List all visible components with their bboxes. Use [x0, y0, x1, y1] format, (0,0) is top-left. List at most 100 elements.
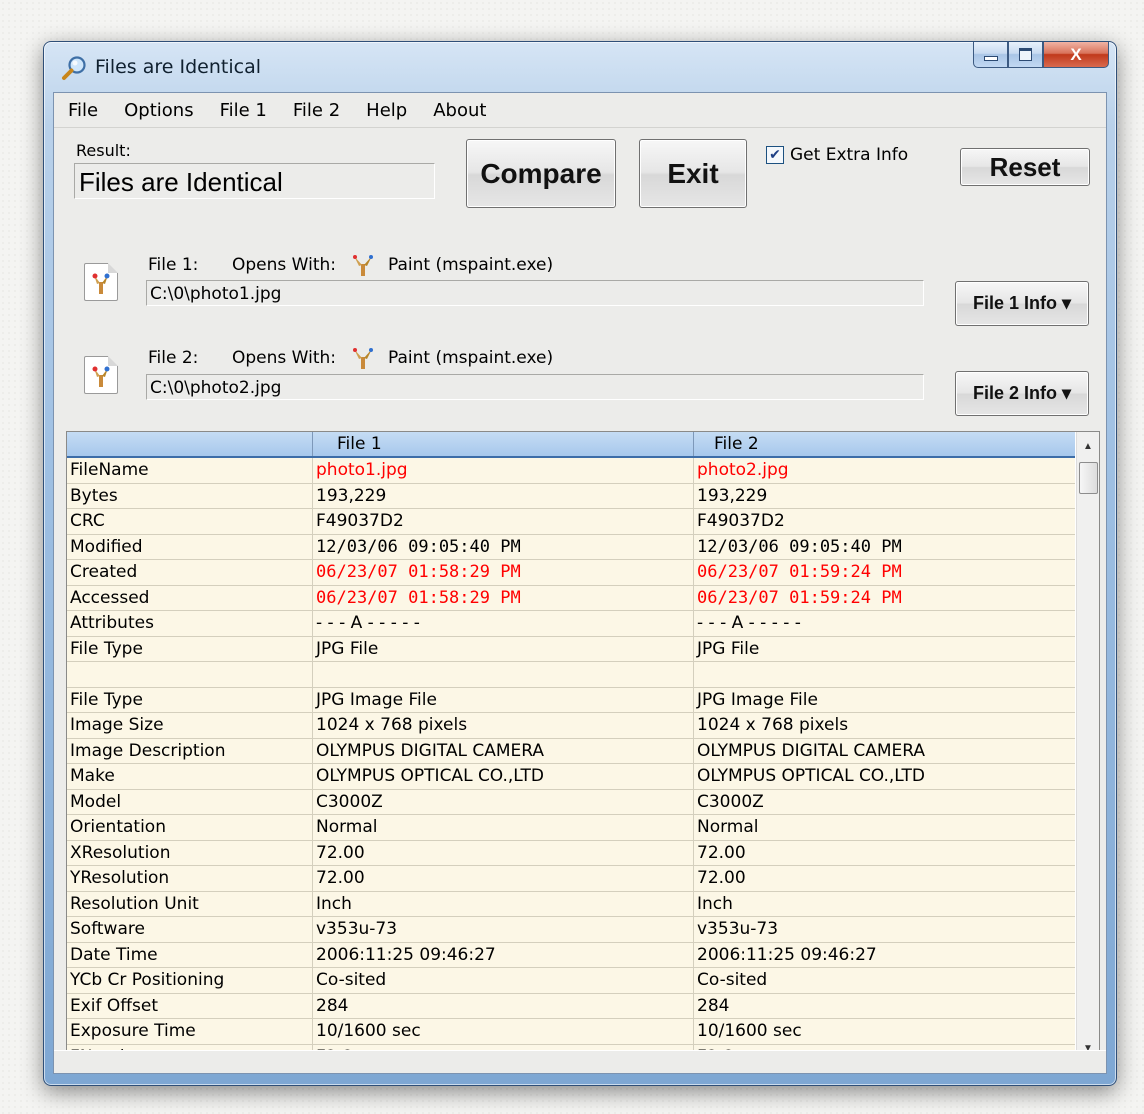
file1-value-cell: Co-sited [313, 968, 694, 993]
menu-file2[interactable]: File 2 [280, 100, 353, 121]
file1-label: File 1: [148, 255, 199, 275]
result-value: Files are Identical [74, 163, 435, 199]
file2-value-cell: JPG Image File [697, 689, 818, 710]
comparison-grid[interactable]: File 1 File 2 FileName photo1.jpg photo2.j… [66, 431, 1100, 1063]
table-row[interactable]: Resolution Unit Inch Inch [67, 891, 1075, 917]
menu-file1[interactable]: File 1 [207, 100, 280, 121]
paint-file-icon [92, 273, 110, 294]
minimize-button[interactable] [973, 42, 1008, 68]
property-name-cell: Make [67, 764, 313, 789]
property-name-cell: Image Size [67, 713, 313, 738]
file1-value-cell: 193,229 [313, 483, 694, 508]
file1-path[interactable]: C:\0\photo1.jpg [146, 280, 924, 306]
table-row[interactable]: Software v353u-73 v353u-73 [67, 917, 1075, 943]
property-name-cell: Model [67, 789, 313, 814]
file1-value-cell: 06/23/07 01:58:29 PM [313, 585, 694, 610]
property-name-cell: Orientation [67, 815, 313, 840]
caption-buttons: X [973, 42, 1109, 69]
file2-value-cell: 06/23/07 01:59:24 PM [697, 562, 902, 582]
menu-help[interactable]: Help [353, 100, 420, 121]
table-row[interactable]: Orientation Normal Normal [67, 815, 1075, 841]
window-title: Files are Identical [95, 56, 261, 78]
property-name-cell [67, 662, 313, 687]
file1-value-cell: Normal [313, 815, 694, 840]
file2-value-cell: F49037D2 [697, 511, 785, 531]
paint-file-icon [92, 366, 110, 387]
table-row[interactable]: Accessed 06/23/07 01:58:29 PM 06/23/07 01:… [67, 585, 1075, 611]
table-row[interactable]: File Type JPG File JPG File [67, 636, 1075, 662]
menu-about[interactable]: About [420, 100, 499, 121]
file2-label: File 2: [148, 348, 199, 368]
table-row[interactable]: XResolution 72.00 72.00 [67, 840, 1075, 866]
exit-button[interactable]: Exit [639, 139, 747, 208]
table-row[interactable]: FileName photo1.jpg photo2.jpg [67, 458, 1075, 484]
get-extra-info-checkbox[interactable]: ✔ Get Extra Info [766, 145, 908, 165]
menu-file[interactable]: File [54, 100, 111, 121]
property-name-cell: Date Time [67, 942, 313, 967]
file1-value-cell: C3000Z [313, 789, 694, 814]
header-file2[interactable]: File 2 [694, 432, 1075, 456]
table-row[interactable]: CRC F49037D2 F49037D2 [67, 509, 1075, 535]
table-row[interactable] [67, 662, 1075, 688]
compare-button[interactable]: Compare [466, 139, 616, 208]
file1-value-cell: 72.00 [313, 840, 694, 865]
checkmark-icon[interactable]: ✔ [766, 146, 784, 164]
file2-value-cell: 284 [697, 995, 730, 1016]
close-icon: X [1070, 44, 1082, 64]
file1-value-cell: OLYMPUS OPTICAL CO.,LTD [313, 764, 694, 789]
property-name-cell: Resolution Unit [67, 891, 313, 916]
status-bar [54, 1050, 1106, 1073]
file1-value-cell: 10/1600 sec [313, 1019, 694, 1044]
table-row[interactable]: YCb Cr Positioning Co-sited Co-sited [67, 968, 1075, 994]
grid-header: File 1 File 2 [67, 432, 1075, 458]
file2-value-cell: photo2.jpg [697, 460, 789, 480]
table-row[interactable]: Model C3000Z C3000Z [67, 789, 1075, 815]
grid-scrollbar[interactable]: ▲ ▼ [1076, 432, 1099, 1062]
property-name-cell: Exif Offset [67, 993, 313, 1018]
table-row[interactable]: Date Time 2006:11:25 09:46:27 2006:11:25 0… [67, 942, 1075, 968]
magnifier-icon [62, 56, 86, 80]
table-row[interactable]: Exposure Time 10/1600 sec 10/1600 sec [67, 1019, 1075, 1045]
menu-options[interactable]: Options [111, 100, 206, 121]
header-blank [67, 432, 313, 456]
table-row[interactable]: Created 06/23/07 01:58:29 PM 06/23/07 01:5… [67, 560, 1075, 586]
table-row[interactable]: Modified 12/03/06 09:05:40 PM 12/03/06 09:… [67, 534, 1075, 560]
table-row[interactable]: Exif Offset 284 284 [67, 993, 1075, 1019]
property-name-cell: File Type [67, 687, 313, 712]
file2-info-button[interactable]: File 2 Info ▾ [955, 371, 1089, 416]
scroll-thumb[interactable] [1079, 462, 1098, 494]
table-row[interactable]: Image Size 1024 x 768 pixels 1024 x 768 pi… [67, 713, 1075, 739]
table-row[interactable]: Attributes - - - A - - - - -- - - A - - -… [67, 611, 1075, 637]
file2-opens-with-label: Opens With: [232, 348, 336, 368]
reset-button[interactable]: Reset [960, 148, 1090, 186]
file2-value-cell: OLYMPUS OPTICAL CO.,LTD [697, 766, 925, 786]
file2-value-cell: Inch [697, 893, 733, 914]
file1-app-name: Paint (mspaint.exe) [388, 255, 554, 275]
file2-path[interactable]: C:\0\photo2.jpg [146, 374, 924, 400]
close-button[interactable]: X [1043, 42, 1109, 68]
property-name-cell: Exposure Time [67, 1019, 313, 1044]
file2-value-cell: 2006:11:25 09:46:27 [697, 944, 877, 965]
property-name-cell: FileName [67, 458, 313, 483]
file1-value-cell: 06/23/07 01:58:29 PM [313, 560, 694, 585]
table-row[interactable]: File Type JPG Image File JPG Image File [67, 687, 1075, 713]
file2-type-icon [84, 356, 118, 394]
property-name-cell: Software [67, 917, 313, 942]
paintbrush-icon [353, 255, 373, 276]
file2-value-cell: C3000Z [697, 791, 764, 812]
table-row[interactable]: Bytes 193,229 193,229 [67, 483, 1075, 509]
file1-value-cell: 72.00 [313, 866, 694, 891]
table-row[interactable]: YResolution 72.00 72.00 [67, 866, 1075, 892]
file1-value-cell: v353u-73 [313, 917, 694, 942]
table-row[interactable]: Image Description OLYMPUS DIGITAL CAMERA O… [67, 738, 1075, 764]
property-name-cell: Attributes [67, 611, 313, 636]
property-name-cell: YResolution [67, 866, 313, 891]
menu-bar: File Options File 1 File 2 Help About [54, 93, 1106, 128]
file2-app-name: Paint (mspaint.exe) [388, 348, 554, 368]
title-bar[interactable]: Files are Identical X [44, 42, 1116, 92]
file1-info-button[interactable]: File 1 Info ▾ [955, 281, 1089, 326]
table-row[interactable]: Make OLYMPUS OPTICAL CO.,LTD OLYMPUS OPTIC… [67, 764, 1075, 790]
header-file1[interactable]: File 1 [313, 432, 694, 456]
scroll-up-icon[interactable]: ▲ [1077, 434, 1099, 458]
maximize-button[interactable] [1008, 42, 1043, 68]
